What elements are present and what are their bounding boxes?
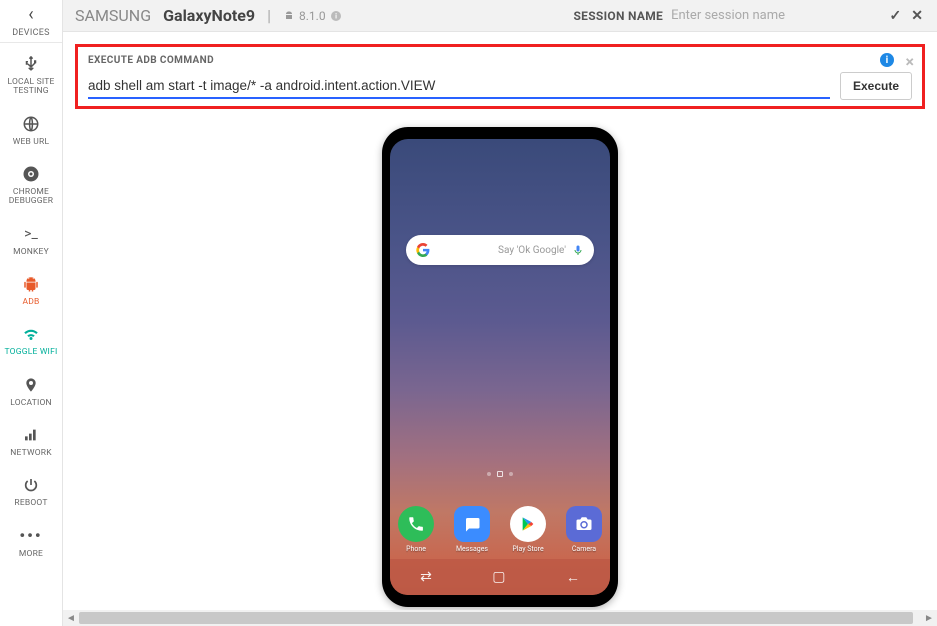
mic-icon [572,244,584,256]
sidebar-item-monkey[interactable]: >_ MONKEY [0,213,62,263]
usb-icon [22,53,40,75]
home-button[interactable]: ▢ [492,569,505,585]
app-phone[interactable]: Phone [396,506,436,553]
session-name[interactable]: SESSION NAME Enter session name [573,8,785,23]
session-label: SESSION NAME [573,9,663,23]
main: SAMSUNG GalaxyNote9 | 8.1.0 i SESSION NA… [63,0,937,626]
android-icon [22,273,40,295]
dots-icon: ••• [19,525,42,547]
android-version: 8.1.0 i [283,9,342,23]
google-icon [416,243,430,257]
monkey-icon: >_ [24,223,38,245]
recents-button[interactable]: ⇄ [420,569,432,585]
sidebar-item-label: LOCAL SITETESTING [7,78,54,97]
wifi-icon [22,323,40,345]
sidebar-item-network[interactable]: NETWORK [0,414,62,464]
sidebar-item-chrome-debugger[interactable]: CHROMEDEBUGGER [0,153,62,213]
status-bar [390,139,610,157]
close-icon[interactable]: ✕ [911,8,923,24]
location-icon [23,374,39,396]
topbar: SAMSUNG GalaxyNote9 | 8.1.0 i SESSION NA… [63,0,937,32]
sidebar-item-more[interactable]: ••• MORE [0,515,62,565]
info-icon[interactable]: i [880,53,894,67]
info-icon[interactable]: i [330,10,342,22]
google-search-bar[interactable]: Say 'Ok Google' [406,235,594,265]
power-icon [23,474,39,496]
session-placeholder: Enter session name [671,8,785,23]
svg-text:i: i [335,12,337,20]
confirm-icon[interactable]: ✓ [890,8,902,24]
sidebar-item-local-testing[interactable]: LOCAL SITETESTING [0,43,62,103]
sidebar-item-label: CHROMEDEBUGGER [9,188,53,207]
android-navbar: ⇄ ▢ ← [390,559,610,595]
adb-command-input[interactable] [88,74,830,99]
sidebar-item-label: LOCATION [10,399,52,408]
android-small-icon [283,10,295,22]
app-dock: Phone Messages Play Store [390,506,610,553]
adb-command-panel: EXECUTE ADB COMMAND i × Execute [75,44,925,109]
device-brand: SAMSUNG [75,6,151,25]
sidebar-item-label: REBOOT [14,499,47,508]
chrome-icon [22,163,40,185]
device-frame: Say 'Ok Google' Phone [382,127,618,607]
sidebar-item-adb[interactable]: ADB [0,263,62,313]
sidebar-item-web-url[interactable]: WEB URL [0,103,62,153]
sidebar-item-label: WEB URL [13,138,50,147]
sidebar-item-reboot[interactable]: REBOOT [0,464,62,514]
scroll-left-icon[interactable]: ◄ [63,610,79,626]
close-icon[interactable]: × [906,52,915,71]
sidebar-item-label: MONKEY [13,248,49,257]
app-messages[interactable]: Messages [452,506,492,553]
search-hint: Say 'Ok Google' [498,245,566,256]
content: EXECUTE ADB COMMAND i × Execute Say 'Ok … [63,32,937,626]
app-camera[interactable]: Camera [564,506,604,553]
network-icon [23,424,39,446]
sidebar: ‹ DEVICES LOCAL SITETESTING WEB URL CHRO… [0,0,63,626]
devices-back[interactable]: ‹ DEVICES [0,4,62,43]
devices-label: DEVICES [12,28,50,38]
adb-panel-title: EXECUTE ADB COMMAND [88,55,912,66]
scroll-right-icon[interactable]: ► [921,610,937,626]
execute-button[interactable]: Execute [840,72,912,100]
sidebar-item-label: MORE [19,550,43,559]
sidebar-item-label: TOGGLE WIFI [5,348,58,357]
device-model: GalaxyNote9 [163,6,255,25]
page-indicator [390,472,610,477]
horizontal-scrollbar[interactable]: ◄ ► [63,610,937,626]
sidebar-item-toggle-wifi[interactable]: TOGGLE WIFI [0,313,62,363]
device-screen[interactable]: Say 'Ok Google' Phone [390,139,610,595]
sidebar-item-location[interactable]: LOCATION [0,364,62,414]
back-button[interactable]: ← [566,569,580,586]
sidebar-item-label: ADB [22,298,39,307]
chevron-left-icon: ‹ [28,4,33,26]
app-play-store[interactable]: Play Store [508,506,548,553]
globe-icon [22,113,40,135]
sidebar-item-label: NETWORK [10,449,51,458]
